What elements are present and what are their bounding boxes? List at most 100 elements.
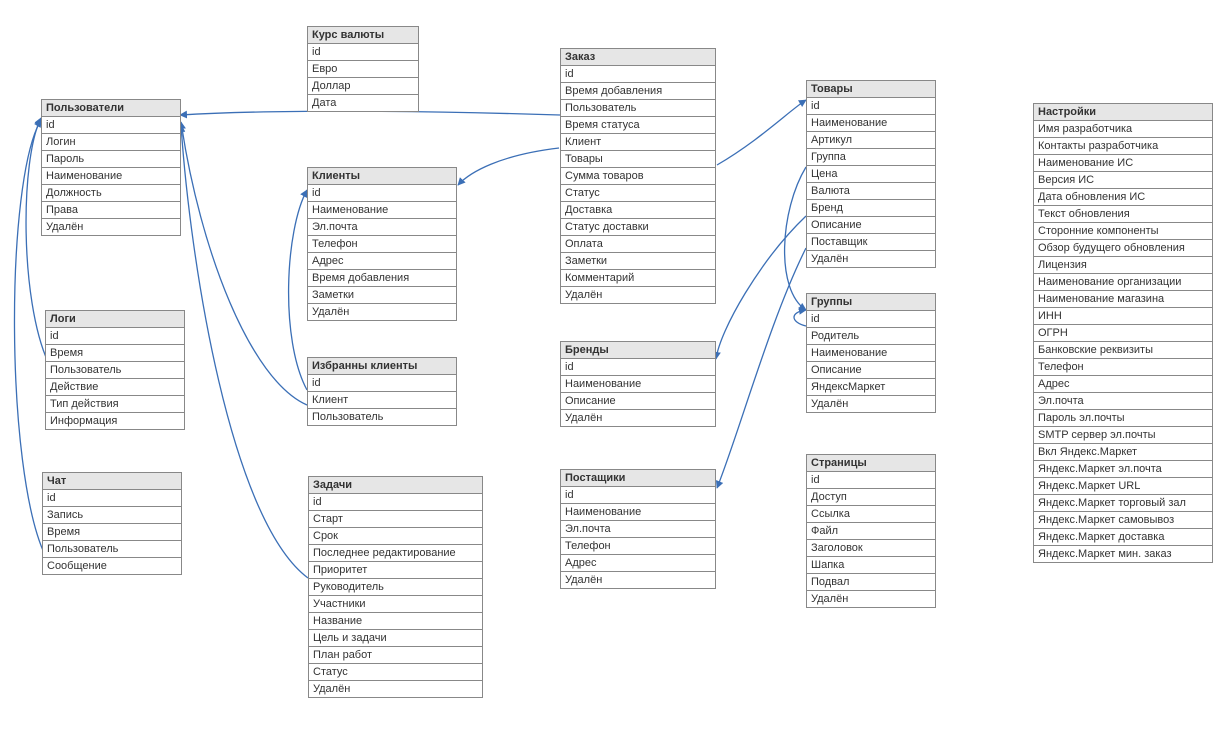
- entity-table[interactable]: Избранны клиентыidКлиентПользователь: [307, 357, 457, 426]
- table-header: Задачи: [309, 477, 482, 494]
- table-header: Бренды: [561, 342, 715, 359]
- table-field: id: [46, 328, 184, 345]
- entity-table[interactable]: ПользователиidЛогинПарольНаименованиеДол…: [41, 99, 181, 236]
- table-field: Логин: [42, 134, 180, 151]
- table-field: Пароль: [42, 151, 180, 168]
- table-field: Яндекс.Маркет самовывоз: [1034, 512, 1212, 529]
- entity-table[interactable]: БрендыidНаименованиеОписаниеУдалён: [560, 341, 716, 427]
- table-field: Яндекс.Маркет торговый зал: [1034, 495, 1212, 512]
- table-field: Время добавления: [561, 83, 715, 100]
- table-field: id: [561, 66, 715, 83]
- entity-table[interactable]: СтраницыidДоступСсылкаФайлЗаголовокШапка…: [806, 454, 936, 608]
- table-field: Пользователь: [561, 100, 715, 117]
- table-field: Удалён: [561, 410, 715, 426]
- table-field: id: [561, 487, 715, 504]
- table-field: Шапка: [807, 557, 935, 574]
- entity-table[interactable]: ГруппыidРодительНаименованиеОписаниеЯнде…: [806, 293, 936, 413]
- table-field: Цель и задачи: [309, 630, 482, 647]
- table-field: Пользователь: [308, 409, 456, 425]
- table-field: Срок: [309, 528, 482, 545]
- table-field: id: [308, 44, 418, 61]
- table-field: Наименование: [561, 504, 715, 521]
- table-field: Вкл Яндекс.Маркет: [1034, 444, 1212, 461]
- entity-table[interactable]: ЧатidЗаписьВремяПользовательСообщение: [42, 472, 182, 575]
- entity-table[interactable]: ЛогиidВремяПользовательДействиеТип дейст…: [45, 310, 185, 430]
- table-field: id: [308, 375, 456, 392]
- table-field: Удалён: [807, 251, 935, 267]
- table-field: Время статуса: [561, 117, 715, 134]
- table-field: id: [309, 494, 482, 511]
- table-field: Удалён: [308, 304, 456, 320]
- table-field: Информация: [46, 413, 184, 429]
- entity-table[interactable]: НастройкиИмя разработчикаКонтакты разраб…: [1033, 103, 1213, 563]
- entity-table[interactable]: ТоварыidНаименованиеАртикулГруппаЦенаВал…: [806, 80, 936, 268]
- table-field: Название: [309, 613, 482, 630]
- table-field: План работ: [309, 647, 482, 664]
- table-field: Наименование: [42, 168, 180, 185]
- table-field: Последнее редактирование: [309, 545, 482, 562]
- table-field: Комментарий: [561, 270, 715, 287]
- entity-table[interactable]: ЗаказidВремя добавленияПользовательВремя…: [560, 48, 716, 304]
- table-field: Приоритет: [309, 562, 482, 579]
- table-field: id: [807, 311, 935, 328]
- table-field: id: [308, 185, 456, 202]
- table-field: Лицензия: [1034, 257, 1212, 274]
- table-field: Поставщик: [807, 234, 935, 251]
- table-field: Адрес: [1034, 376, 1212, 393]
- table-header: Пользователи: [42, 100, 180, 117]
- table-field: Яндекс.Маркет мин. заказ: [1034, 546, 1212, 562]
- table-field: Группа: [807, 149, 935, 166]
- table-field: Банковские реквизиты: [1034, 342, 1212, 359]
- table-field: Заголовок: [807, 540, 935, 557]
- table-field: Родитель: [807, 328, 935, 345]
- table-field: Файл: [807, 523, 935, 540]
- table-field: Пользователь: [43, 541, 181, 558]
- table-field: Участники: [309, 596, 482, 613]
- table-field: Пароль эл.почты: [1034, 410, 1212, 427]
- table-field: Наименование: [807, 345, 935, 362]
- table-field: Старт: [309, 511, 482, 528]
- table-field: Пользователь: [46, 362, 184, 379]
- table-field: ИНН: [1034, 308, 1212, 325]
- table-field: Удалён: [807, 591, 935, 607]
- table-field: Время: [46, 345, 184, 362]
- entity-table[interactable]: ЗадачиidСтартСрокПоследнее редактировани…: [308, 476, 483, 698]
- table-field: Запись: [43, 507, 181, 524]
- entity-table[interactable]: Курс валютыidЕвроДолларДата: [307, 26, 419, 112]
- table-header: Клиенты: [308, 168, 456, 185]
- table-field: Заметки: [561, 253, 715, 270]
- entity-table[interactable]: КлиентыidНаименованиеЭл.почтаТелефонАдре…: [307, 167, 457, 321]
- table-field: Ссылка: [807, 506, 935, 523]
- table-field: Товары: [561, 151, 715, 168]
- table-field: Оплата: [561, 236, 715, 253]
- table-field: Удалён: [561, 287, 715, 303]
- table-field: SMTP сервер эл.почты: [1034, 427, 1212, 444]
- table-field: Дата: [308, 95, 418, 111]
- table-field: Удалён: [561, 572, 715, 588]
- table-field: Телефон: [1034, 359, 1212, 376]
- table-field: Наименование: [308, 202, 456, 219]
- table-header: Настройки: [1034, 104, 1212, 121]
- table-header: Постащики: [561, 470, 715, 487]
- table-field: Бренд: [807, 200, 935, 217]
- table-field: Наименование: [807, 115, 935, 132]
- table-header: Группы: [807, 294, 935, 311]
- table-field: Действие: [46, 379, 184, 396]
- table-field: Наименование ИС: [1034, 155, 1212, 172]
- table-field: ОГРН: [1034, 325, 1212, 342]
- diagram-canvas: ПользователиidЛогинПарольНаименованиеДол…: [0, 0, 1224, 740]
- table-field: Сообщение: [43, 558, 181, 574]
- table-field: Яндекс.Маркет URL: [1034, 478, 1212, 495]
- table-field: Валюта: [807, 183, 935, 200]
- table-field: Описание: [561, 393, 715, 410]
- table-field: Тип действия: [46, 396, 184, 413]
- table-field: Клиент: [308, 392, 456, 409]
- table-field: Удалён: [807, 396, 935, 412]
- table-field: Руководитель: [309, 579, 482, 596]
- table-field: Яндекс.Маркет эл.почта: [1034, 461, 1212, 478]
- table-field: Сторонние компоненты: [1034, 223, 1212, 240]
- table-field: id: [43, 490, 181, 507]
- entity-table[interactable]: ПостащикиidНаименованиеЭл.почтаТелефонАд…: [560, 469, 716, 589]
- table-field: Эл.почта: [561, 521, 715, 538]
- table-header: Заказ: [561, 49, 715, 66]
